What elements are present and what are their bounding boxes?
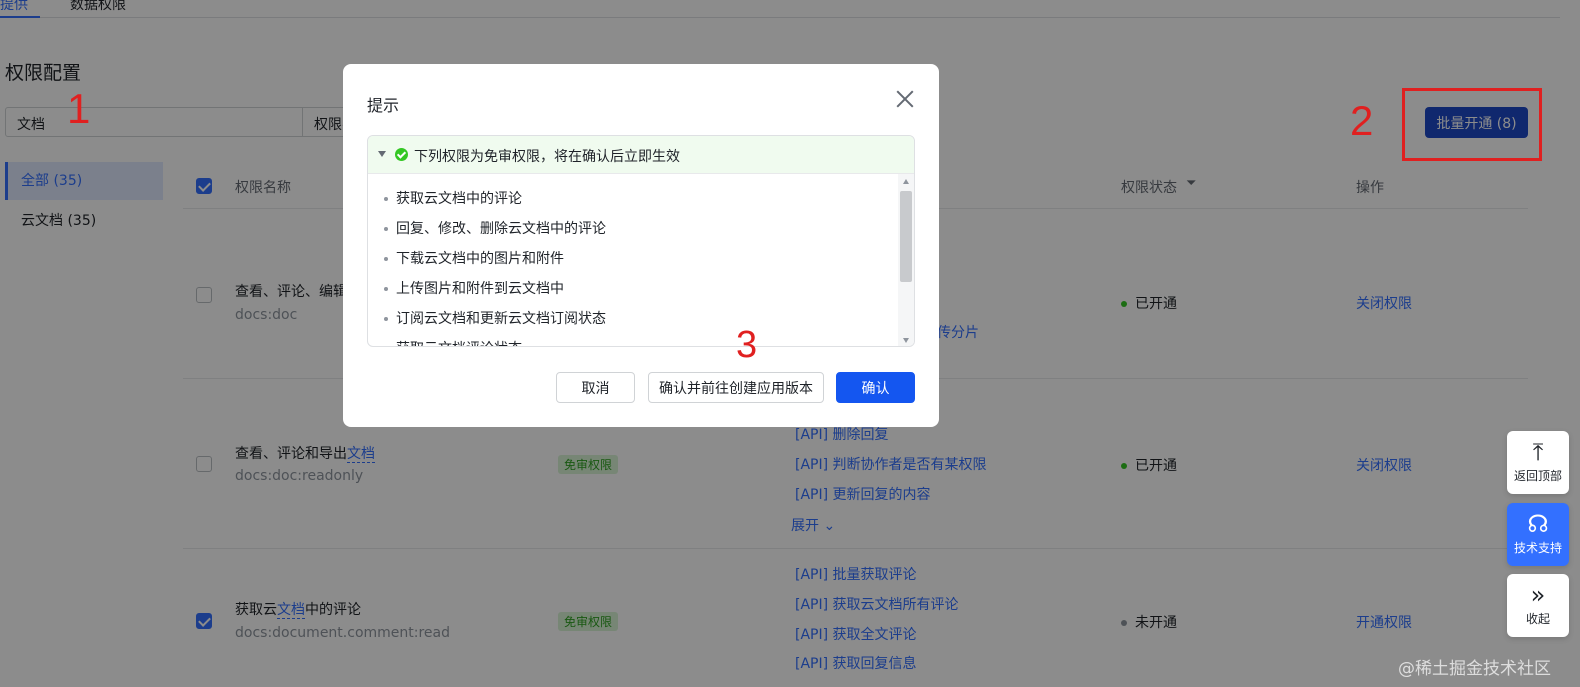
confirm-dialog: 提示 下列权限为免审权限，将在确认后立即生效 获取云文档中的评论 回复、修改、删… <box>343 64 939 427</box>
list-item: 下载云文档中的图片和附件 <box>368 248 898 278</box>
exempt-permission-panel: 下列权限为免审权限，将在确认后立即生效 获取云文档中的评论 回复、修改、删除云文… <box>367 135 915 347</box>
annotation-highlight-box <box>1402 88 1542 161</box>
headset-icon: ☊ <box>1527 510 1549 538</box>
caret-down-icon <box>378 151 386 157</box>
dialog-title: 提示 <box>367 96 400 115</box>
annotation-number-2: 2 <box>1350 97 1374 144</box>
tech-support-button[interactable]: ☊ 技术支持 <box>1507 503 1569 566</box>
list-item: 回复、修改、删除云文档中的评论 <box>368 218 898 248</box>
back-to-top-button[interactable]: ⤒ 返回顶部 <box>1507 431 1569 494</box>
list-item: 获取云文档中的评论 <box>368 188 898 218</box>
scrollbar-thumb[interactable] <box>900 191 912 282</box>
list-scrollbar[interactable] <box>898 174 914 346</box>
confirm-and-create-version-button[interactable]: 确认并前往创建应用版本 <box>648 372 824 403</box>
annotation-number-1: 1 <box>67 85 91 132</box>
scroll-up-icon[interactable] <box>903 179 909 184</box>
annotation-number-3: 3 <box>736 324 758 366</box>
arrow-up-icon: ⤒ <box>1532 438 1544 466</box>
cancel-button[interactable]: 取消 <box>556 372 635 403</box>
permission-list: 获取云文档中的评论 回复、修改、删除云文档中的评论 下载云文档中的图片和附件 上… <box>368 174 898 346</box>
collapse-button[interactable]: » 收起 <box>1507 574 1569 637</box>
panel-notice: 下列权限为免审权限，将在确认后立即生效 <box>414 149 680 165</box>
double-chevron-right-icon: » <box>1530 581 1546 609</box>
panel-header[interactable]: 下列权限为免审权限，将在确认后立即生效 <box>368 136 914 174</box>
list-item: 订阅云文档和更新云文档订阅状态 <box>368 308 898 338</box>
watermark: @稀土掘金技术社区 <box>1398 659 1551 679</box>
check-circle-icon <box>395 148 408 161</box>
list-item: 获取云文档评论状态 <box>368 338 898 346</box>
close-icon[interactable] <box>895 89 915 109</box>
list-item: 上传图片和附件到云文档中 <box>368 278 898 308</box>
confirm-button[interactable]: 确认 <box>836 372 915 403</box>
scroll-down-icon[interactable] <box>903 338 909 343</box>
